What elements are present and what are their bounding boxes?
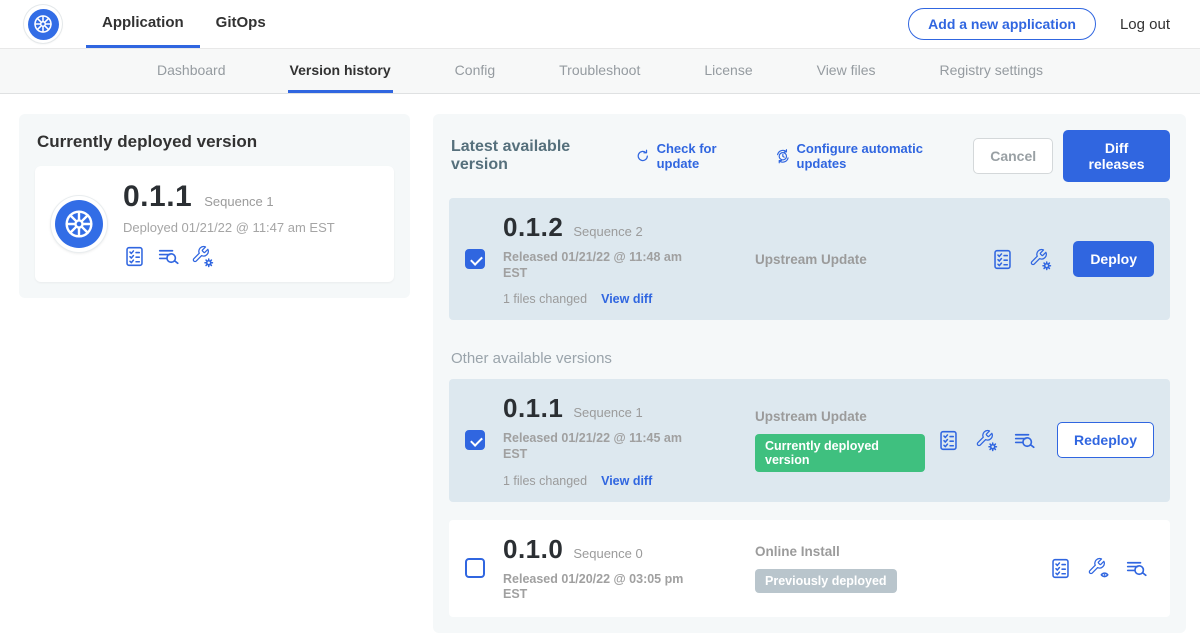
kubernetes-wheel-icon xyxy=(32,13,54,35)
release-notes-icon[interactable] xyxy=(123,245,146,268)
check-for-update-link[interactable]: Check for update xyxy=(635,141,749,171)
view-files-icon[interactable] xyxy=(157,245,180,268)
tab-config[interactable]: Config xyxy=(453,49,497,93)
logout-button[interactable]: Log out xyxy=(1120,16,1170,33)
files-changed-label: 1 files changed xyxy=(503,474,587,488)
tab-view-files[interactable]: View files xyxy=(815,49,878,93)
currently-deployed-title: Currently deployed version xyxy=(37,132,394,152)
version-source-label: Online Install xyxy=(755,544,1037,559)
view-diff-link[interactable]: View diff xyxy=(601,292,652,306)
sequence-label: Sequence 0 xyxy=(573,546,642,561)
version-checkbox[interactable] xyxy=(465,249,485,269)
clock-refresh-icon xyxy=(775,147,791,165)
tab-version-history[interactable]: Version history xyxy=(288,49,393,93)
version-checkbox[interactable] xyxy=(465,430,485,450)
tab-license[interactable]: License xyxy=(702,49,754,93)
version-row-0-1-0: 0.1.0 Sequence 0 Released 01/20/22 @ 03:… xyxy=(449,520,1170,617)
previously-deployed-badge: Previously deployed xyxy=(755,569,897,593)
deployed-version-card: 0.1.1 Sequence 1 Deployed 01/21/22 @ 11:… xyxy=(35,166,394,282)
currently-deployed-badge: Currently deployed version xyxy=(755,434,925,472)
available-versions-panel: Latest available version Check for updat… xyxy=(433,114,1186,633)
add-new-application-button[interactable]: Add a new application xyxy=(908,8,1096,40)
diff-releases-button[interactable]: Diff releases xyxy=(1063,130,1170,182)
nav-tab-application[interactable]: Application xyxy=(86,0,200,48)
other-available-versions-title: Other available versions xyxy=(451,350,1170,367)
edit-config-icon[interactable] xyxy=(1029,248,1052,271)
view-diff-link[interactable]: View diff xyxy=(601,474,652,488)
version-row-0-1-2: 0.1.2 Sequence 2 Released 01/21/22 @ 11:… xyxy=(449,198,1170,320)
refresh-icon xyxy=(635,147,651,165)
edit-config-icon[interactable] xyxy=(975,429,998,452)
version-source-label: Upstream Update xyxy=(755,409,925,424)
released-timestamp: Released 01/20/22 @ 03:05 pm EST xyxy=(503,572,699,603)
kubernetes-wheel-icon xyxy=(62,207,96,241)
configure-automatic-updates-link[interactable]: Configure automatic updates xyxy=(775,141,953,171)
app-subnav: Dashboard Version history Config Trouble… xyxy=(0,49,1200,94)
app-logo xyxy=(51,196,107,252)
version-source-label: Upstream Update xyxy=(755,252,979,267)
version-checkbox[interactable] xyxy=(465,558,485,578)
release-notes-icon[interactable] xyxy=(991,248,1014,271)
edit-config-icon[interactable] xyxy=(191,245,214,268)
deployed-version-number: 0.1.1 xyxy=(123,180,192,214)
sequence-label: Sequence 2 xyxy=(573,224,642,239)
cancel-button[interactable]: Cancel xyxy=(973,138,1053,174)
version-number: 0.1.0 xyxy=(503,534,563,565)
released-timestamp: Released 01/21/22 @ 11:48 am EST xyxy=(503,250,699,281)
view-files-icon[interactable] xyxy=(1013,429,1036,452)
configure-automatic-updates-label: Configure automatic updates xyxy=(797,141,954,171)
tab-troubleshoot[interactable]: Troubleshoot xyxy=(557,49,642,93)
sequence-label: Sequence 1 xyxy=(573,405,642,420)
top-nav: Application GitOps Add a new application… xyxy=(0,0,1200,49)
view-config-icon[interactable] xyxy=(1087,557,1110,580)
files-changed-label: 1 files changed xyxy=(503,292,587,306)
version-number: 0.1.1 xyxy=(503,393,563,424)
deployed-sequence-label: Sequence 1 xyxy=(204,194,273,209)
tab-registry-settings[interactable]: Registry settings xyxy=(938,49,1045,93)
version-row-0-1-1: 0.1.1 Sequence 1 Released 01/21/22 @ 11:… xyxy=(449,379,1170,501)
deployed-timestamp: Deployed 01/21/22 @ 11:47 am EST xyxy=(123,220,335,235)
release-notes-icon[interactable] xyxy=(937,429,960,452)
deploy-button[interactable]: Deploy xyxy=(1073,241,1154,277)
nav-tabs: Application GitOps xyxy=(86,0,282,48)
latest-available-title: Latest available version xyxy=(451,138,609,174)
tab-dashboard[interactable]: Dashboard xyxy=(155,49,228,93)
nav-tab-gitops[interactable]: GitOps xyxy=(200,0,282,48)
version-number: 0.1.2 xyxy=(503,212,563,243)
kubernetes-logo xyxy=(24,5,62,43)
check-for-update-label: Check for update xyxy=(657,141,749,171)
currently-deployed-panel: Currently deployed version 0.1.1 Sequenc… xyxy=(19,114,410,298)
view-files-icon[interactable] xyxy=(1125,557,1148,580)
main-content: Currently deployed version 0.1.1 Sequenc… xyxy=(0,94,1200,633)
release-notes-icon[interactable] xyxy=(1049,557,1072,580)
released-timestamp: Released 01/21/22 @ 11:45 am EST xyxy=(503,431,699,462)
redeploy-button[interactable]: Redeploy xyxy=(1057,422,1154,458)
